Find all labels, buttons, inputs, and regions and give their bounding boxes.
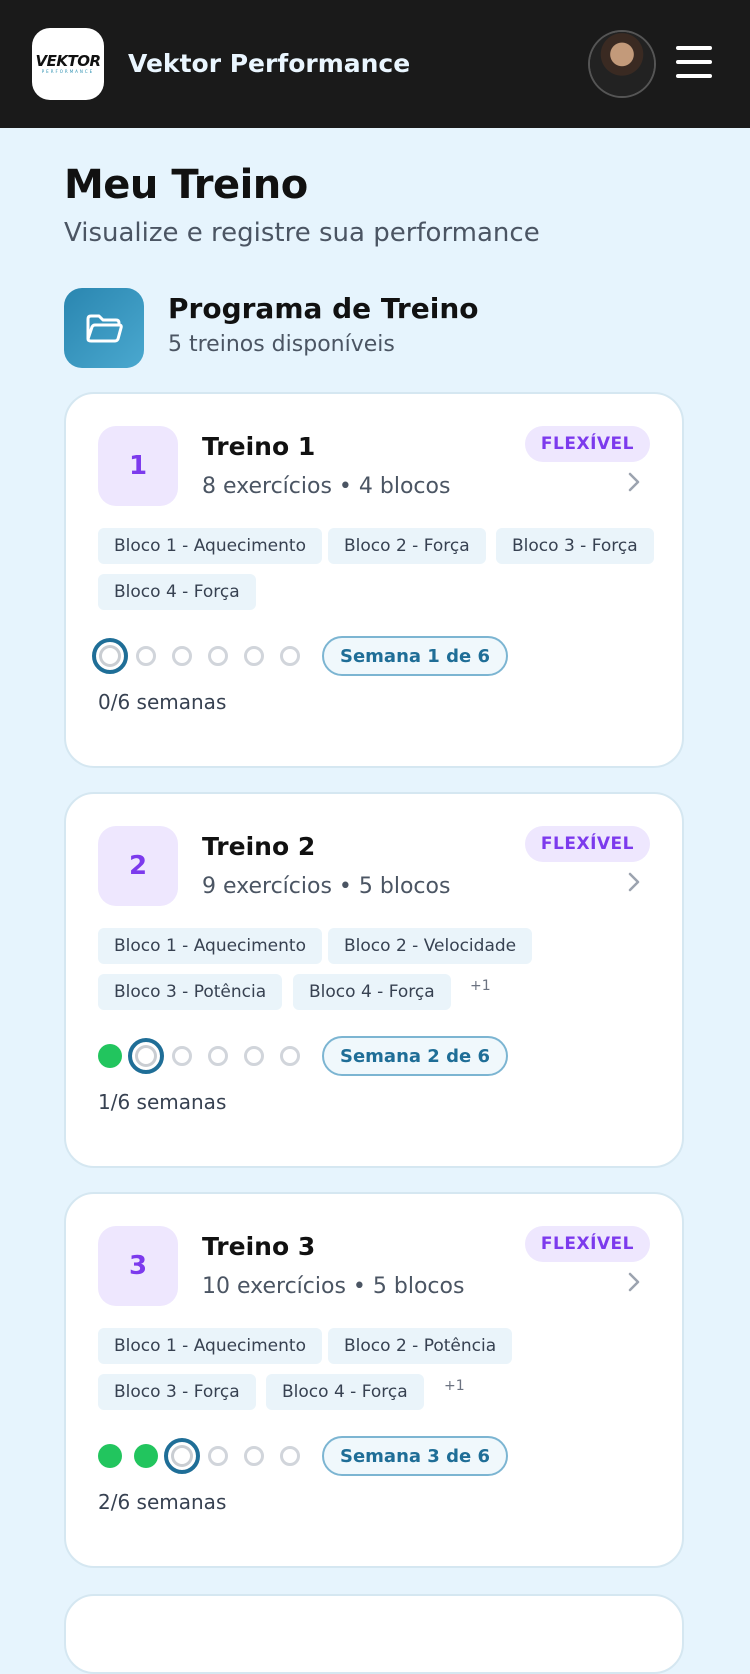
block-chip: Bloco 1 - Aquecimento	[98, 528, 322, 564]
weeks-progress-text: 1/6 semanas	[98, 1090, 227, 1114]
week-dot-pending[interactable]	[208, 1046, 228, 1066]
week-dot-current[interactable]	[128, 1038, 164, 1074]
program-title: Programa de Treino	[168, 292, 479, 325]
chevron-right-icon[interactable]	[624, 1270, 644, 1294]
top-bar: VEKTOR PERFORMANCE Vektor Performance	[0, 0, 750, 128]
logo-wordmark: VEKTOR	[35, 52, 101, 70]
weeks-progress-text: 0/6 semanas	[98, 690, 227, 714]
week-dot-pending[interactable]	[172, 1046, 192, 1066]
week-dot-current[interactable]	[164, 1438, 200, 1474]
workout-summary: 10 exercícios • 5 blocos	[202, 1274, 465, 1299]
workout-card-partial[interactable]	[64, 1594, 684, 1674]
flexible-badge: FLEXÍVEL	[524, 826, 650, 862]
week-indicator-pill: Semana 3 de 6	[322, 1436, 508, 1476]
block-chips: Bloco 1 - Aquecimento Bloco 2 - Potência B…	[98, 1328, 658, 1410]
more-blocks-count[interactable]: +1	[470, 978, 491, 994]
week-dot-pending[interactable]	[280, 646, 300, 666]
week-dot-pending[interactable]	[244, 1446, 264, 1466]
block-chips: Bloco 1 - Aquecimento Bloco 2 - Força Bloc…	[98, 528, 658, 610]
block-chip: Bloco 3 - Força	[496, 528, 654, 564]
block-chip: Bloco 1 - Aquecimento	[98, 928, 322, 964]
week-dot-pending[interactable]	[208, 646, 228, 666]
week-dot-done[interactable]	[98, 1044, 122, 1068]
block-chip: Bloco 4 - Força	[266, 1374, 424, 1410]
block-chip: Bloco 2 - Potência	[328, 1328, 513, 1364]
user-avatar[interactable]	[590, 32, 654, 96]
week-dot-current[interactable]	[92, 638, 128, 674]
block-chip: Bloco 2 - Força	[328, 528, 486, 564]
block-chip: Bloco 4 - Força	[98, 574, 256, 610]
block-chip: Bloco 4 - Força	[293, 974, 451, 1010]
week-indicator-pill: Semana 2 de 6	[322, 1036, 508, 1076]
logo-subtext: PERFORMANCE	[41, 69, 95, 74]
workout-summary: 8 exercícios • 4 blocos	[202, 474, 451, 499]
block-chip: Bloco 3 - Força	[98, 1374, 256, 1410]
block-chips: Bloco 1 - Aquecimento Bloco 2 - Velocidad…	[98, 928, 658, 1010]
more-blocks-count[interactable]: +1	[444, 1378, 465, 1394]
workout-card[interactable]: 1 Treino 1 8 exercícios • 4 blocos FLEXÍ…	[64, 392, 684, 768]
week-dot-pending[interactable]	[280, 1446, 300, 1466]
workout-summary: 9 exercícios • 5 blocos	[202, 874, 451, 899]
week-indicator-pill: Semana 1 de 6	[322, 636, 508, 676]
week-dot-pending[interactable]	[244, 646, 264, 666]
week-dot-pending[interactable]	[280, 1046, 300, 1066]
workout-title: Treino 3	[202, 1232, 316, 1261]
page-title: Meu Treino	[64, 162, 308, 208]
workout-card[interactable]: 2 Treino 2 9 exercícios • 5 blocos FLEXÍ…	[64, 792, 684, 1168]
folder-icon	[64, 288, 144, 368]
workout-number: 2	[98, 826, 178, 906]
program-subtitle: 5 treinos disponíveis	[168, 332, 395, 357]
app-logo[interactable]: VEKTOR PERFORMANCE	[32, 28, 104, 100]
week-dot-pending[interactable]	[172, 646, 192, 666]
week-dot-pending[interactable]	[208, 1446, 228, 1466]
week-dot-done[interactable]	[134, 1444, 158, 1468]
workout-number: 1	[98, 426, 178, 506]
workout-card[interactable]: 3 Treino 3 10 exercícios • 5 blocos FLEX…	[64, 1192, 684, 1568]
app-title: Vektor Performance	[128, 49, 411, 78]
workout-number: 3	[98, 1226, 178, 1306]
flexible-badge: FLEXÍVEL	[524, 1226, 650, 1262]
chevron-right-icon[interactable]	[624, 470, 644, 494]
weeks-progress-text: 2/6 semanas	[98, 1490, 227, 1514]
block-chip: Bloco 1 - Aquecimento	[98, 1328, 322, 1364]
workout-title: Treino 2	[202, 832, 316, 861]
chevron-right-icon[interactable]	[624, 870, 644, 894]
week-dot-done[interactable]	[98, 1444, 122, 1468]
flexible-badge: FLEXÍVEL	[524, 426, 650, 462]
week-dot-pending[interactable]	[136, 646, 156, 666]
workout-title: Treino 1	[202, 432, 316, 461]
block-chip: Bloco 3 - Potência	[98, 974, 283, 1010]
page-subtitle: Visualize e registre sua performance	[64, 218, 540, 248]
hamburger-menu-icon[interactable]	[676, 46, 712, 78]
week-dot-pending[interactable]	[244, 1046, 264, 1066]
block-chip: Bloco 2 - Velocidade	[328, 928, 533, 964]
